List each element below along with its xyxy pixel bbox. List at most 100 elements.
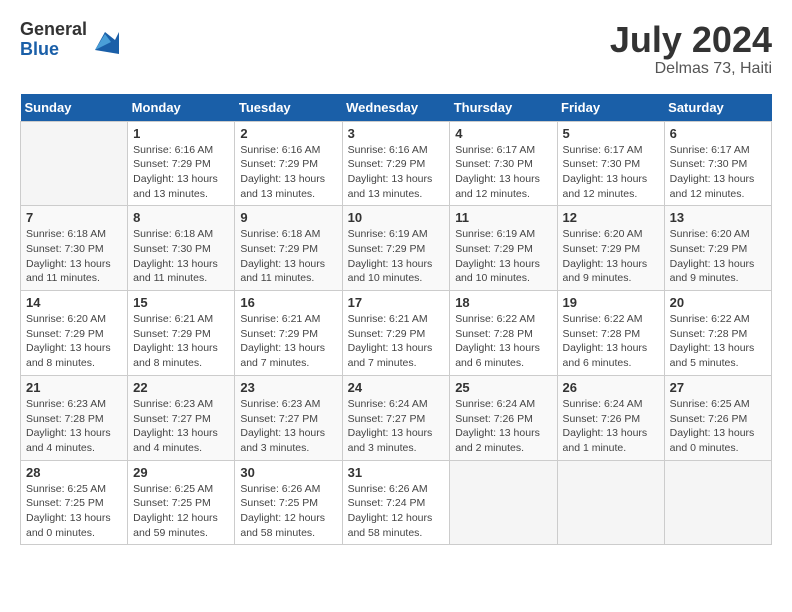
calendar-week-5: 28 Sunrise: 6:25 AMSunset: 7:25 PMDaylig…	[21, 460, 772, 545]
calendar-cell: 30 Sunrise: 6:26 AMSunset: 7:25 PMDaylig…	[235, 460, 342, 545]
header-sunday: Sunday	[21, 94, 128, 122]
day-info: Sunrise: 6:24 AMSunset: 7:27 PMDaylight:…	[348, 397, 445, 456]
calendar-cell: 4 Sunrise: 6:17 AMSunset: 7:30 PMDayligh…	[450, 121, 557, 206]
calendar-cell: 24 Sunrise: 6:24 AMSunset: 7:27 PMDaylig…	[342, 375, 450, 460]
header-friday: Friday	[557, 94, 664, 122]
calendar-week-3: 14 Sunrise: 6:20 AMSunset: 7:29 PMDaylig…	[21, 291, 772, 376]
day-info: Sunrise: 6:26 AMSunset: 7:25 PMDaylight:…	[240, 482, 336, 541]
day-info: Sunrise: 6:25 AMSunset: 7:25 PMDaylight:…	[26, 482, 122, 541]
calendar-cell	[21, 121, 128, 206]
calendar-cell: 2 Sunrise: 6:16 AMSunset: 7:29 PMDayligh…	[235, 121, 342, 206]
calendar-cell: 9 Sunrise: 6:18 AMSunset: 7:29 PMDayligh…	[235, 206, 342, 291]
day-number: 9	[240, 210, 336, 225]
calendar-cell: 29 Sunrise: 6:25 AMSunset: 7:25 PMDaylig…	[128, 460, 235, 545]
day-number: 31	[348, 465, 445, 480]
day-info: Sunrise: 6:18 AMSunset: 7:30 PMDaylight:…	[26, 227, 122, 286]
day-number: 29	[133, 465, 229, 480]
day-info: Sunrise: 6:21 AMSunset: 7:29 PMDaylight:…	[348, 312, 445, 371]
day-info: Sunrise: 6:17 AMSunset: 7:30 PMDaylight:…	[455, 143, 551, 202]
day-number: 24	[348, 380, 445, 395]
logo-blue: Blue	[20, 40, 87, 60]
calendar-cell: 19 Sunrise: 6:22 AMSunset: 7:28 PMDaylig…	[557, 291, 664, 376]
calendar-cell: 21 Sunrise: 6:23 AMSunset: 7:28 PMDaylig…	[21, 375, 128, 460]
calendar-cell: 14 Sunrise: 6:20 AMSunset: 7:29 PMDaylig…	[21, 291, 128, 376]
calendar-cell	[450, 460, 557, 545]
day-info: Sunrise: 6:25 AMSunset: 7:25 PMDaylight:…	[133, 482, 229, 541]
calendar-cell: 22 Sunrise: 6:23 AMSunset: 7:27 PMDaylig…	[128, 375, 235, 460]
day-info: Sunrise: 6:22 AMSunset: 7:28 PMDaylight:…	[455, 312, 551, 371]
day-info: Sunrise: 6:24 AMSunset: 7:26 PMDaylight:…	[563, 397, 659, 456]
title-block: July 2024 Delmas 73, Haiti	[610, 20, 772, 78]
calendar-cell: 25 Sunrise: 6:24 AMSunset: 7:26 PMDaylig…	[450, 375, 557, 460]
calendar-week-4: 21 Sunrise: 6:23 AMSunset: 7:28 PMDaylig…	[21, 375, 772, 460]
calendar-cell: 10 Sunrise: 6:19 AMSunset: 7:29 PMDaylig…	[342, 206, 450, 291]
day-number: 1	[133, 126, 229, 141]
day-number: 19	[563, 295, 659, 310]
day-number: 8	[133, 210, 229, 225]
calendar-cell: 7 Sunrise: 6:18 AMSunset: 7:30 PMDayligh…	[21, 206, 128, 291]
calendar-header: Sunday Monday Tuesday Wednesday Thursday…	[21, 94, 772, 122]
calendar-week-2: 7 Sunrise: 6:18 AMSunset: 7:30 PMDayligh…	[21, 206, 772, 291]
calendar-cell: 20 Sunrise: 6:22 AMSunset: 7:28 PMDaylig…	[664, 291, 771, 376]
calendar-cell: 8 Sunrise: 6:18 AMSunset: 7:30 PMDayligh…	[128, 206, 235, 291]
day-info: Sunrise: 6:25 AMSunset: 7:26 PMDaylight:…	[670, 397, 766, 456]
day-number: 18	[455, 295, 551, 310]
calendar-cell: 16 Sunrise: 6:21 AMSunset: 7:29 PMDaylig…	[235, 291, 342, 376]
day-number: 11	[455, 210, 551, 225]
logo: General Blue	[20, 20, 119, 60]
day-number: 22	[133, 380, 229, 395]
day-info: Sunrise: 6:18 AMSunset: 7:30 PMDaylight:…	[133, 227, 229, 286]
day-number: 15	[133, 295, 229, 310]
calendar-cell	[557, 460, 664, 545]
day-number: 4	[455, 126, 551, 141]
day-info: Sunrise: 6:26 AMSunset: 7:24 PMDaylight:…	[348, 482, 445, 541]
day-number: 13	[670, 210, 766, 225]
day-number: 26	[563, 380, 659, 395]
day-number: 28	[26, 465, 122, 480]
day-info: Sunrise: 6:20 AMSunset: 7:29 PMDaylight:…	[670, 227, 766, 286]
calendar-cell: 3 Sunrise: 6:16 AMSunset: 7:29 PMDayligh…	[342, 121, 450, 206]
calendar-cell: 31 Sunrise: 6:26 AMSunset: 7:24 PMDaylig…	[342, 460, 450, 545]
day-number: 2	[240, 126, 336, 141]
day-info: Sunrise: 6:20 AMSunset: 7:29 PMDaylight:…	[26, 312, 122, 371]
day-info: Sunrise: 6:21 AMSunset: 7:29 PMDaylight:…	[133, 312, 229, 371]
calendar-table: Sunday Monday Tuesday Wednesday Thursday…	[20, 94, 772, 546]
header-thursday: Thursday	[450, 94, 557, 122]
day-info: Sunrise: 6:21 AMSunset: 7:29 PMDaylight:…	[240, 312, 336, 371]
calendar-cell: 17 Sunrise: 6:21 AMSunset: 7:29 PMDaylig…	[342, 291, 450, 376]
day-info: Sunrise: 6:17 AMSunset: 7:30 PMDaylight:…	[670, 143, 766, 202]
day-number: 3	[348, 126, 445, 141]
calendar-cell: 12 Sunrise: 6:20 AMSunset: 7:29 PMDaylig…	[557, 206, 664, 291]
day-number: 7	[26, 210, 122, 225]
day-number: 27	[670, 380, 766, 395]
day-info: Sunrise: 6:23 AMSunset: 7:27 PMDaylight:…	[240, 397, 336, 456]
day-number: 14	[26, 295, 122, 310]
day-number: 23	[240, 380, 336, 395]
calendar-body: 1 Sunrise: 6:16 AMSunset: 7:29 PMDayligh…	[21, 121, 772, 545]
day-number: 30	[240, 465, 336, 480]
page-header: General Blue July 2024 Delmas 73, Haiti	[20, 20, 772, 78]
logo-general: General	[20, 20, 87, 40]
calendar-cell: 13 Sunrise: 6:20 AMSunset: 7:29 PMDaylig…	[664, 206, 771, 291]
day-info: Sunrise: 6:19 AMSunset: 7:29 PMDaylight:…	[348, 227, 445, 286]
header-monday: Monday	[128, 94, 235, 122]
day-info: Sunrise: 6:19 AMSunset: 7:29 PMDaylight:…	[455, 227, 551, 286]
calendar-cell: 26 Sunrise: 6:24 AMSunset: 7:26 PMDaylig…	[557, 375, 664, 460]
day-info: Sunrise: 6:17 AMSunset: 7:30 PMDaylight:…	[563, 143, 659, 202]
location: Delmas 73, Haiti	[610, 60, 772, 78]
day-info: Sunrise: 6:23 AMSunset: 7:27 PMDaylight:…	[133, 397, 229, 456]
day-info: Sunrise: 6:22 AMSunset: 7:28 PMDaylight:…	[670, 312, 766, 371]
calendar-cell: 5 Sunrise: 6:17 AMSunset: 7:30 PMDayligh…	[557, 121, 664, 206]
day-number: 5	[563, 126, 659, 141]
day-info: Sunrise: 6:18 AMSunset: 7:29 PMDaylight:…	[240, 227, 336, 286]
calendar-cell: 6 Sunrise: 6:17 AMSunset: 7:30 PMDayligh…	[664, 121, 771, 206]
calendar-week-1: 1 Sunrise: 6:16 AMSunset: 7:29 PMDayligh…	[21, 121, 772, 206]
day-info: Sunrise: 6:22 AMSunset: 7:28 PMDaylight:…	[563, 312, 659, 371]
calendar-cell: 11 Sunrise: 6:19 AMSunset: 7:29 PMDaylig…	[450, 206, 557, 291]
day-number: 17	[348, 295, 445, 310]
calendar-cell: 18 Sunrise: 6:22 AMSunset: 7:28 PMDaylig…	[450, 291, 557, 376]
calendar-cell: 15 Sunrise: 6:21 AMSunset: 7:29 PMDaylig…	[128, 291, 235, 376]
header-wednesday: Wednesday	[342, 94, 450, 122]
day-number: 10	[348, 210, 445, 225]
day-info: Sunrise: 6:16 AMSunset: 7:29 PMDaylight:…	[348, 143, 445, 202]
